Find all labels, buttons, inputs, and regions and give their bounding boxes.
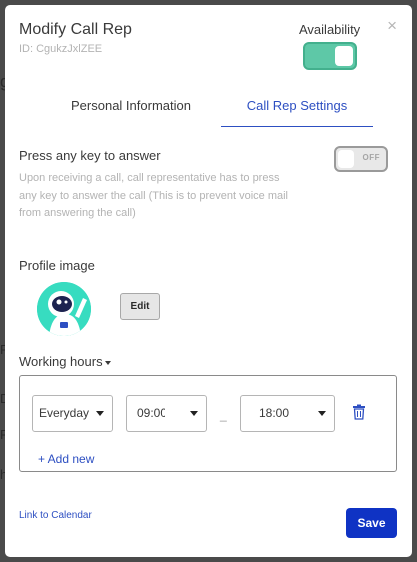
press-any-key-description: Upon receiving a call, call representati… <box>19 172 289 219</box>
save-button[interactable]: Save <box>346 508 397 538</box>
astronaut-avatar-icon <box>37 282 91 336</box>
availability-label: Availability <box>299 22 361 37</box>
press-any-key-toggle[interactable]: OFF <box>334 146 388 172</box>
working-hours-title: Working hours <box>19 354 103 369</box>
working-hours-dropdown[interactable]: Working hours <box>19 354 111 369</box>
start-time-value: 09:00 <box>137 406 165 420</box>
rep-id: ID: CgukzJxlZEE <box>19 43 103 55</box>
day-select[interactable]: Everyday <box>32 395 113 432</box>
tab-bar: Personal Information Call Rep Settings <box>5 93 412 129</box>
tab-personal-information[interactable]: Personal Information <box>49 93 213 127</box>
working-hours-panel: Everyday 09:00 _ 18:00 + Add new <box>19 375 397 472</box>
profile-image-title: Profile image <box>19 258 95 273</box>
day-select-value: Everyday <box>39 406 90 420</box>
trash-icon[interactable] <box>352 404 366 420</box>
press-any-key-title: Press any key to answer <box>19 148 161 163</box>
end-time-value: 18:00 <box>259 406 290 420</box>
chevron-down-icon <box>96 411 104 416</box>
chevron-down-icon <box>104 360 111 365</box>
dialog-title: Modify Call Rep <box>19 21 132 38</box>
add-new-hours-link[interactable]: + Add new <box>38 452 94 466</box>
time-range-separator: _ <box>220 408 227 422</box>
availability-toggle[interactable] <box>303 42 357 70</box>
chevron-down-icon <box>318 411 326 416</box>
chevron-down-icon <box>190 411 198 416</box>
end-time-select[interactable]: 18:00 <box>240 395 335 432</box>
edit-profile-image-button[interactable]: Edit <box>120 293 160 320</box>
toggle-knob <box>335 46 353 66</box>
link-to-calendar-link[interactable]: Link to Calendar <box>19 510 92 521</box>
tab-call-rep-settings[interactable]: Call Rep Settings <box>221 93 373 127</box>
start-time-select[interactable]: 09:00 <box>126 395 207 432</box>
modify-call-rep-dialog: Modify Call Rep ID: CgukzJxlZEE × Availa… <box>5 5 412 557</box>
toggle-state-text: OFF <box>362 153 380 162</box>
close-icon[interactable]: × <box>387 17 397 34</box>
toggle-knob <box>338 150 354 168</box>
